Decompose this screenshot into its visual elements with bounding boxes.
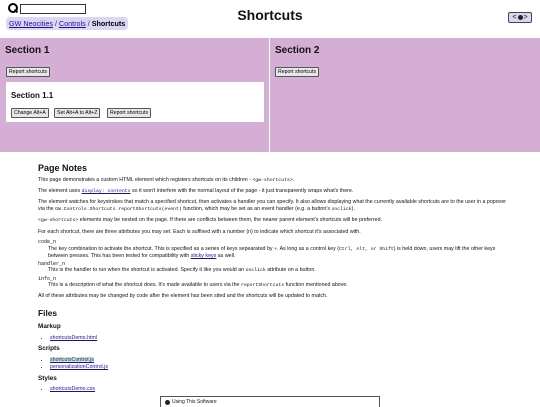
files-title: Files <box>38 308 58 319</box>
list-item: personalizationControl.js <box>50 364 508 371</box>
list-item: shortcutsControl.js <box>50 356 508 364</box>
notes-paragraph: This page demonstrates a custom HTML ele… <box>38 177 508 184</box>
report-shortcuts-button[interactable]: Report shortcuts <box>275 67 320 77</box>
notes-paragraph: All of these attributes may be changed b… <box>38 293 328 300</box>
page-header: GW Neocities / Controls / Shortcuts Shortcut… <box>0 0 540 36</box>
file-link[interactable]: shortcutsControl.js <box>50 356 94 363</box>
gear-icon <box>517 15 523 20</box>
sticky-keys-link[interactable]: sticky keys <box>191 253 217 259</box>
text: elements may be nested on the page. If t… <box>78 217 383 224</box>
page-notes: Page Notes This page demonstrates a cust… <box>38 163 508 395</box>
list-item: shortcutsDemo.css <box>50 386 508 393</box>
markup-title: Markup <box>38 323 61 331</box>
sections-area: Section 1 Report shortcuts Section 1.1 C… <box>0 38 540 154</box>
attribute-description: This is the handler to run when the shor… <box>48 267 508 274</box>
chevron-left-icon: < <box>512 14 517 21</box>
gear-icon <box>165 399 170 405</box>
section-1-1-title: Section 1.1 <box>11 91 54 100</box>
section-2: Section 2 Report shortcuts <box>270 38 540 152</box>
notes-paragraph: The element watches for keystrokes that … <box>38 199 508 213</box>
section-1-1: Section 1.1 Change Alt+A Set Alt+A to Al… <box>6 82 264 122</box>
text: so it won't interfere with the normal la… <box>130 187 354 194</box>
text: . As long as a control key ( <box>276 245 340 252</box>
settings-button[interactable]: < > <box>508 12 532 23</box>
attribute-list: code_n The key combination to activate t… <box>38 239 508 289</box>
notes-paragraph: The element uses display: contents so it… <box>38 188 508 195</box>
markup-file-list: shortcutsDemo.html <box>38 335 508 342</box>
list-item: shortcutsDemo.html <box>50 335 508 342</box>
styles-title: Styles <box>38 374 57 382</box>
file-link[interactable]: personalizationControl.js <box>50 364 108 370</box>
code-snippet: GW.Controls.Shortcuts.reportShortcuts(ev… <box>55 207 182 213</box>
code-snippet: onclick <box>245 268 266 274</box>
text: ). <box>351 206 355 213</box>
text: . <box>292 176 295 183</box>
text: This page demonstrates a custom HTML ele… <box>38 176 253 183</box>
text: attribute on a button. <box>265 267 316 274</box>
report-shortcuts-button[interactable]: Report shortcuts <box>6 67 51 77</box>
file-link[interactable]: shortcutsDemo.css <box>50 386 95 392</box>
notes-paragraph: For each shortcut, there are three attri… <box>38 228 361 235</box>
code-snippet: reportShortcuts <box>240 283 285 289</box>
using-this-software-bar[interactable]: Using This Software <box>160 396 380 407</box>
set-alt-a-to-alt-z-button[interactable]: Set Alt+A to Alt+Z <box>54 108 101 118</box>
display-contents-link[interactable]: display: contents <box>82 189 131 194</box>
file-link[interactable]: shortcutsDemo.html <box>50 335 97 341</box>
code-snippet: <gw-shortcuts> <box>38 218 79 224</box>
text: This is the handler to run when the shor… <box>48 267 246 274</box>
text: function, which may be set as an event h… <box>181 206 332 213</box>
scripts-file-list: shortcutsControl.js personalizationContr… <box>38 356 508 371</box>
page-notes-title: Page Notes <box>38 163 88 173</box>
report-shortcuts-button[interactable]: Report shortcuts <box>107 108 152 118</box>
section-2-title: Section 2 <box>275 45 320 56</box>
scripts-title: Scripts <box>38 345 60 353</box>
code-snippet: <gw-shortcuts> <box>252 177 293 183</box>
text: as well. <box>216 253 236 260</box>
code-snippet: Ctrl, Alt, or Shift <box>339 246 394 252</box>
text: The element uses <box>38 187 82 194</box>
text: The key combination to activate the shor… <box>48 245 275 252</box>
notes-paragraph: <gw-shortcuts> elements may be nested on… <box>38 217 508 224</box>
section-1: Section 1 Report shortcuts Section 1.1 C… <box>0 38 269 152</box>
text: This is a description of what the shortc… <box>48 282 241 289</box>
page-title: Shortcuts <box>237 7 303 23</box>
section-1-title: Section 1 <box>5 45 50 56</box>
attribute-description: The key combination to activate the shor… <box>48 246 508 260</box>
styles-file-list: shortcutsDemo.css <box>38 386 508 393</box>
change-alt-a-button[interactable]: Change Alt+A <box>11 108 49 118</box>
code-snippet: onclick <box>331 207 352 213</box>
using-this-software-label: Using This Software <box>172 399 217 405</box>
attribute-description: This is a description of what the shortc… <box>48 282 508 289</box>
text: function mentioned above. <box>284 282 348 289</box>
chevron-right-icon: > <box>523 14 528 21</box>
